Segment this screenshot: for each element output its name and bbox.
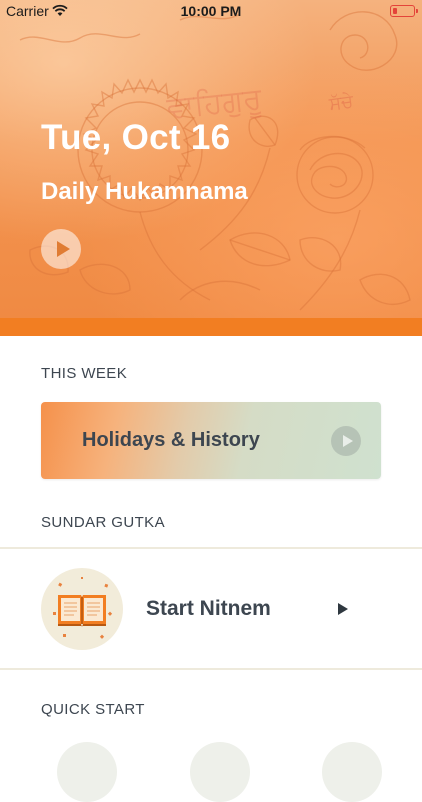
status-bar: Carrier 10:00 PM bbox=[0, 0, 422, 22]
play-icon bbox=[342, 435, 353, 447]
play-icon bbox=[56, 241, 70, 257]
holidays-history-card[interactable]: Holidays & History bbox=[41, 402, 381, 479]
divider-bottom bbox=[0, 668, 422, 670]
quick-start-heading: QUICK START bbox=[41, 701, 145, 718]
book-icon bbox=[41, 568, 123, 650]
this-week-heading: THIS WEEK bbox=[41, 365, 128, 382]
quick-start-item[interactable] bbox=[57, 742, 117, 802]
play-arrow-icon bbox=[338, 603, 348, 615]
quick-start-item[interactable] bbox=[322, 742, 382, 802]
hero-date: Tue, Oct 16 bbox=[41, 118, 231, 157]
floral-illustration: ਵਾਹਿਗੁਰੂ ਸੱਚੇ bbox=[19, 11, 411, 311]
hukamnama-play-button[interactable] bbox=[41, 229, 81, 269]
hero-accent-band bbox=[0, 318, 422, 336]
status-time: 10:00 PM bbox=[180, 3, 242, 19]
quick-start-item[interactable] bbox=[190, 742, 250, 802]
holidays-history-label: Holidays & History bbox=[82, 429, 260, 451]
divider-top bbox=[0, 547, 422, 549]
start-nitnem-label: Start Nitnem bbox=[146, 597, 271, 620]
sundar-gutka-heading: SUNDAR GUTKA bbox=[41, 514, 165, 531]
holidays-play-button[interactable] bbox=[331, 426, 361, 456]
hero-subtitle: Daily Hukamnama bbox=[41, 178, 248, 205]
gurmukhi-lettering-2: ਸੱਚੇ bbox=[327, 91, 356, 115]
battery-icon bbox=[390, 5, 418, 17]
hukamnama-hero[interactable]: ਵਾਹਿਗੁਰੂ ਸੱਚੇ Carrier 10:00 PM Tue, Oct … bbox=[0, 0, 422, 318]
start-nitnem-row[interactable]: Start Nitnem bbox=[0, 550, 422, 668]
